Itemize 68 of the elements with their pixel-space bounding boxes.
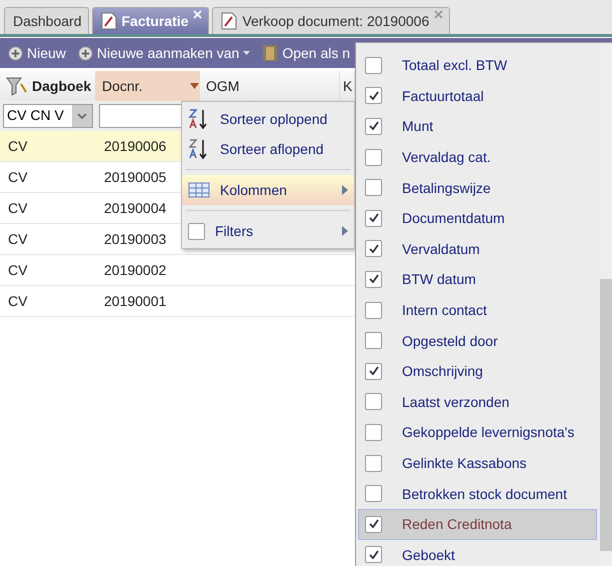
menu-item[interactable]: Reden Creditnota (358, 508, 597, 540)
menu-item[interactable]: Omschrijving (358, 356, 597, 387)
toolbar-button[interactable]: Open als n (262, 44, 350, 62)
checkbox[interactable] (365, 118, 382, 135)
checkbox[interactable] (365, 485, 382, 502)
menu-item[interactable]: Betalingswijze (358, 172, 597, 203)
chevron-down-icon[interactable] (77, 113, 87, 119)
menu-item[interactable]: BTW datum (358, 264, 597, 295)
tab[interactable]: Dashboard (4, 7, 88, 34)
column-header[interactable]: Dagboek (0, 71, 96, 101)
menu-item[interactable]: Factuurtotaal (358, 80, 597, 112)
checkbox[interactable] (365, 393, 382, 410)
menu-item[interactable]: Betrokken stock document (358, 478, 597, 509)
checkbox[interactable] (365, 87, 382, 104)
menu-item[interactable]: Sorteer oplopend (182, 104, 354, 134)
close-icon[interactable] (434, 10, 444, 19)
document-icon (221, 12, 238, 30)
filter-icon (6, 76, 28, 96)
journal-filter-field[interactable]: CV CN V (3, 104, 93, 128)
tab[interactable]: Verkoop document: 20190006 (212, 7, 450, 34)
submenu-arrow-icon (342, 185, 348, 195)
menu-item[interactable]: Opgesteld door (358, 325, 597, 356)
menu-item[interactable]: Intern contact (358, 294, 597, 326)
checkbox[interactable] (365, 424, 382, 441)
column-header[interactable]: OGM (200, 71, 340, 101)
checkbox[interactable] (365, 546, 382, 564)
checkmark-icon (368, 274, 378, 284)
menu-item[interactable]: Munt (358, 111, 597, 142)
checkbox[interactable] (365, 56, 382, 74)
menu-item[interactable]: Documentdatum (358, 202, 597, 234)
checkmark-icon (368, 121, 378, 132)
column-header[interactable]: K (340, 71, 355, 101)
checkbox[interactable] (365, 454, 382, 472)
menu-item[interactable]: Kolommen (182, 175, 354, 205)
column-header[interactable]: Docnr. (96, 71, 200, 101)
checkbox[interactable] (188, 222, 205, 240)
columns-icon (188, 182, 210, 198)
checkbox[interactable] (365, 240, 382, 258)
caret-icon (243, 51, 250, 55)
checkbox[interactable] (365, 148, 382, 166)
menu-item[interactable]: Geboekt (358, 540, 597, 566)
checkbox[interactable] (365, 302, 382, 319)
toolbar-button[interactable]: Nieuw (8, 45, 66, 61)
menu-item[interactable]: Totaal excl. BTW (358, 50, 597, 81)
checkmark-icon (368, 550, 378, 560)
table-cell: CV (0, 131, 96, 162)
menu-item[interactable]: Vervaldatum (358, 234, 597, 264)
menu-item[interactable]: Gelinkte Kassabons (358, 448, 597, 478)
menu-item[interactable]: Gekoppelde levernigsnota's (358, 417, 597, 448)
checkbox[interactable] (365, 210, 382, 227)
menu-item[interactable]: Vervaldag cat. (358, 142, 597, 172)
submenu-arrow-icon (342, 226, 348, 236)
dropdown-arrow-icon[interactable] (190, 83, 199, 89)
document-icon (100, 12, 116, 30)
checkbox[interactable] (365, 179, 382, 196)
checkmark-icon (368, 213, 378, 224)
plus-icon (8, 46, 23, 60)
checkbox[interactable] (365, 362, 382, 380)
checkbox[interactable] (365, 516, 382, 533)
plus-icon (78, 46, 93, 60)
checkmark-icon (368, 519, 378, 530)
menu-item[interactable]: Laatst verzonden (358, 386, 597, 418)
toolbar-button[interactable]: Nieuwe aanmaken van (78, 45, 250, 61)
checkmark-icon (368, 244, 378, 254)
checkmark-icon (368, 90, 378, 101)
checkbox[interactable] (365, 332, 382, 350)
checkbox[interactable] (365, 270, 382, 288)
checkmark-icon (368, 366, 378, 376)
